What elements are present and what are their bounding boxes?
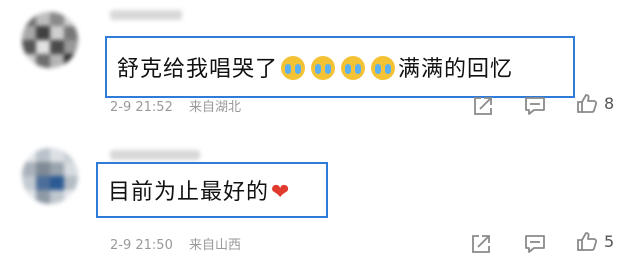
comment-time: 21:52	[135, 100, 173, 115]
reply-button[interactable]	[523, 95, 547, 117]
comment-text-part: 满满的回忆	[398, 57, 514, 82]
comment-meta: 2-9 21:50 来自山西	[110, 234, 241, 253]
comment-text: 目前为止最好的❤	[108, 174, 290, 206]
share-icon	[472, 235, 490, 253]
comment-date: 2-9	[110, 238, 132, 253]
comment-icon	[525, 97, 545, 115]
comment-date: 2-9	[110, 100, 132, 115]
comment-item: 目前为止最好的❤ 2-9 21:50 来自山西 5	[0, 136, 640, 272]
share-button[interactable]	[470, 233, 492, 255]
comment-time: 21:50	[135, 238, 173, 253]
like-button[interactable]: 8	[576, 92, 614, 114]
like-count: 8	[604, 93, 615, 113]
comment-meta: 2-9 21:52 来自湖北	[110, 96, 241, 115]
thumbs-up-icon	[577, 94, 598, 113]
comment-highlight-box: 目前为止最好的❤	[96, 162, 328, 218]
comment-item: 舒克给我唱哭了 满满的回忆 2-9 21:52 来自湖北 8	[0, 0, 640, 136]
comment-text-part: 目前为止最好的	[108, 180, 270, 205]
share-icon	[474, 97, 492, 115]
crying-emoji-icon	[341, 56, 366, 80]
thumbs-up-icon	[577, 232, 598, 251]
avatar[interactable]	[22, 148, 78, 204]
crying-emoji-icon	[281, 56, 306, 80]
crying-emoji-icon	[371, 56, 396, 80]
comment-location: 来自湖北	[188, 100, 241, 115]
heart-emoji-icon: ❤	[271, 180, 291, 205]
username-blurred[interactable]	[110, 10, 182, 20]
comment-text: 舒克给我唱哭了 满满的回忆	[117, 51, 513, 83]
comment-location: 来自山西	[188, 238, 241, 253]
reply-button[interactable]	[523, 233, 547, 255]
comment-text-part: 舒克给我唱哭了	[117, 57, 279, 82]
share-button[interactable]	[472, 95, 494, 117]
username-blurred[interactable]	[110, 150, 200, 160]
like-button[interactable]: 5	[576, 230, 614, 252]
like-count: 5	[604, 231, 615, 251]
crying-emoji-icon	[311, 56, 336, 80]
comment-icon	[525, 235, 545, 253]
avatar[interactable]	[22, 12, 78, 68]
comment-highlight-box: 舒克给我唱哭了 满满的回忆	[105, 36, 575, 98]
